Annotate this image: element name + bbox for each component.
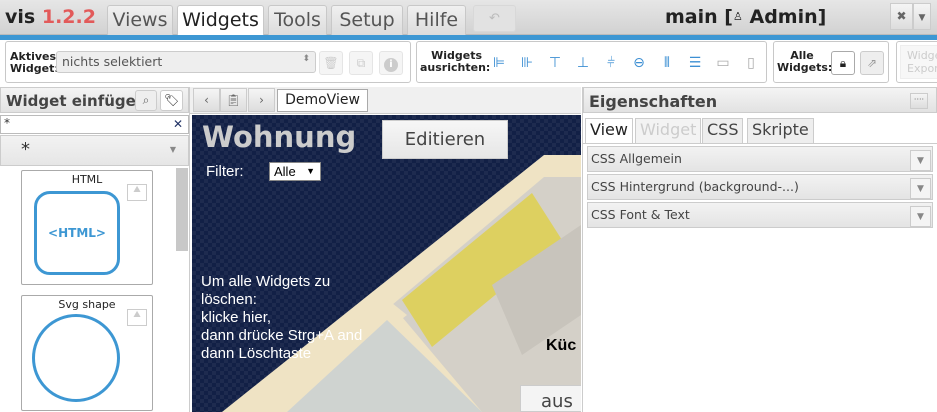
- scrollbar-thumb[interactable]: [176, 168, 188, 251]
- chevron-left-icon: ‹: [204, 93, 209, 107]
- search-widget-button[interactable]: ⌕: [135, 90, 157, 111]
- filter-label: Filter:: [206, 163, 244, 180]
- image-icon: ⛰: [127, 309, 147, 326]
- html-widget-icon: <HTML>: [34, 191, 120, 275]
- tab-css[interactable]: CSS: [702, 118, 744, 143]
- tab-view[interactable]: View: [585, 118, 633, 144]
- tag-filter-button[interactable]: 🏷︎: [160, 90, 183, 111]
- off-button[interactable]: aus: [520, 385, 581, 412]
- circle-shape-icon: [32, 314, 120, 402]
- same-width-icon[interactable]: ▭: [712, 52, 734, 74]
- align-widgets-group: Widgets ausrichten: ⊫ ⊪ ⊤ ⊥ ⫩ ⊖ ⫴ ☰ ▭ ▯: [416, 41, 767, 83]
- chevron-down-icon: ▼: [169, 145, 176, 154]
- floorplan-image: [222, 155, 581, 412]
- tab-tools[interactable]: Tools: [268, 5, 327, 35]
- section-css-font-text[interactable]: CSS Font & Text ▼: [587, 202, 933, 228]
- tab-setup[interactable]: Setup: [331, 5, 403, 35]
- clear-icon[interactable]: ✕: [173, 117, 183, 131]
- tab-hilfe[interactable]: Hilfe: [407, 5, 466, 35]
- panel-menu-button[interactable]: ····: [910, 93, 928, 109]
- align-bottom-icon[interactable]: ⊥: [572, 52, 594, 74]
- distribute-horizontal-icon[interactable]: ⫴: [656, 52, 678, 74]
- undo-button[interactable]: ↶: [473, 5, 516, 32]
- clipboard-icon: 📋︎: [225, 93, 242, 107]
- copy-widget-button[interactable]: ⧉: [349, 51, 373, 75]
- app-logo: vis 1.2.2: [5, 6, 96, 28]
- export-group: Widgets Exportieren: [896, 41, 937, 83]
- align-right-icon[interactable]: ⊪: [516, 52, 538, 74]
- filter-select[interactable]: Alle ▼: [269, 162, 321, 181]
- external-link-icon: ⇗: [866, 56, 878, 70]
- tab-views[interactable]: Views: [107, 5, 173, 35]
- accent-stripe: [0, 35, 937, 40]
- select-arrows-icon: ⬍: [302, 54, 310, 64]
- view-tab-demoview[interactable]: DemoView: [277, 89, 368, 112]
- tab-skripte[interactable]: Skripte: [747, 118, 814, 143]
- align-top-icon[interactable]: ⊤: [544, 52, 566, 74]
- close-icon: ✖: [896, 9, 907, 23]
- trash-icon: 🗑: [323, 56, 339, 70]
- delete-widget-button[interactable]: 🗑: [319, 51, 343, 75]
- same-height-icon[interactable]: ▯: [740, 52, 762, 74]
- room-label: Küc: [546, 337, 577, 354]
- tab-widget[interactable]: Widget: [635, 118, 702, 143]
- chevron-down-icon[interactable]: ▼: [910, 178, 931, 199]
- export-widgets-button[interactable]: Widgets Exportieren: [900, 45, 937, 79]
- undo-icon: ↶: [489, 11, 500, 26]
- chevron-down-icon: ▼: [918, 13, 926, 23]
- all-widgets-group: Alle Widgets: 🔒︎ ⇗: [773, 41, 889, 83]
- chevron-down-icon[interactable]: ▼: [910, 206, 931, 227]
- user-icon: ♙: [732, 10, 743, 23]
- menu-dropdown-button[interactable]: ▼: [913, 3, 931, 30]
- view-canvas[interactable]: Wohnung Editieren Filter: Alle ▼ Um alle …: [192, 115, 581, 412]
- lock-all-button[interactable]: 🔒︎: [831, 51, 855, 75]
- info-icon: i: [384, 58, 398, 72]
- delete-hint-text[interactable]: Um alle Widgets zu löschen: klicke hier,…: [201, 273, 362, 363]
- search-icon: ⌕: [142, 93, 150, 107]
- close-button[interactable]: ✖: [890, 3, 913, 30]
- panel-header: Eigenschaften: [583, 87, 937, 113]
- tab-widgets[interactable]: Widgets: [177, 5, 264, 36]
- divider: [583, 143, 937, 144]
- widget-card-svg-shape[interactable]: Svg shape ⛰: [21, 295, 153, 411]
- edit-button[interactable]: Editieren: [382, 120, 508, 159]
- widget-set-select[interactable]: * ▼: [0, 135, 189, 166]
- section-css-hintergrund[interactable]: CSS Hintergrund (background-...) ▼: [587, 174, 933, 200]
- distribute-vertical-icon[interactable]: ☰: [684, 52, 706, 74]
- align-left-icon[interactable]: ⊫: [488, 52, 510, 74]
- clipboard-button[interactable]: 📋︎: [220, 88, 247, 112]
- chevron-down-icon: ▼: [306, 166, 315, 176]
- ellipsis-icon: ····: [913, 95, 925, 104]
- canvas-heading: Wohnung: [202, 120, 357, 154]
- align-center-vertical-icon[interactable]: ⊖: [628, 52, 650, 74]
- section-css-allgemein[interactable]: CSS Allgemein ▼: [587, 146, 933, 172]
- view-user-title: main [♙ Admin]: [665, 6, 827, 28]
- widget-filter-input[interactable]: * ✕: [0, 115, 189, 134]
- chevron-down-icon[interactable]: ▼: [910, 150, 931, 171]
- tag-icon: 🏷︎: [163, 93, 180, 107]
- align-center-horizontal-icon[interactable]: ⫩: [600, 52, 622, 74]
- active-widget-select[interactable]: nichts selektiert ⬍: [56, 51, 316, 73]
- prev-view-button[interactable]: ‹: [193, 88, 220, 112]
- image-icon: ⛰: [127, 184, 147, 201]
- lock-icon: 🔒︎: [839, 56, 847, 70]
- chevron-right-icon: ›: [259, 93, 264, 107]
- copy-icon: ⧉: [356, 56, 366, 70]
- next-view-button[interactable]: ›: [248, 88, 275, 112]
- widget-card-html[interactable]: HTML ⛰ <HTML>: [21, 170, 153, 285]
- active-widget-group: Aktives Widget: nichts selektiert ⬍ 🗑 ⧉ i: [5, 41, 411, 83]
- open-external-button[interactable]: ⇗: [860, 51, 884, 75]
- info-button[interactable]: i: [379, 51, 403, 75]
- view-toolbar: ‹ 📋︎ › DemoView: [190, 87, 581, 114]
- widget-insert-panel: Widget einfügen ⌕ 🏷︎ * ✕ * ▼ HTML ⛰ <HTML>…: [0, 87, 190, 412]
